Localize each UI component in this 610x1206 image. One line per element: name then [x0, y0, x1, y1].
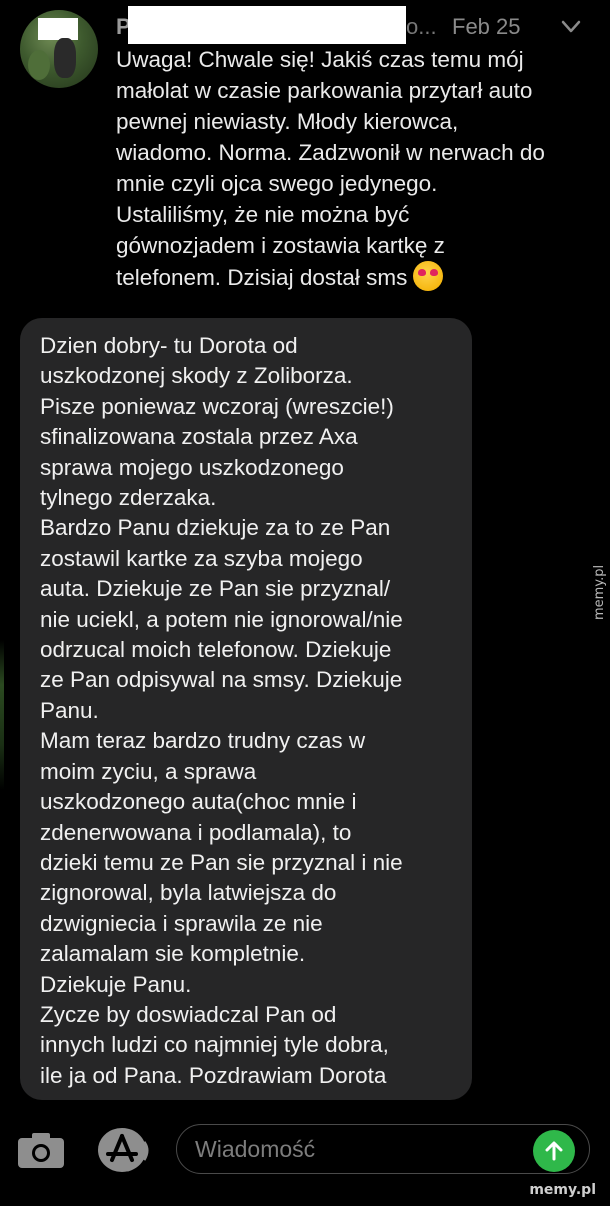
avatar-figure [54, 38, 76, 78]
send-button[interactable] [533, 1130, 575, 1172]
post-body: Uwaga! Chwale się! Jakiś czas temu mój m… [116, 44, 596, 293]
post-date: Feb 25 [452, 14, 521, 39]
edge-image-strip [0, 640, 4, 790]
sender-name-trail: o... [406, 14, 437, 39]
sender-name-redaction [128, 6, 406, 44]
sms-text: Dzien dobry- tu Dorota od uszkodzonej sk… [40, 333, 403, 1088]
sender-avatar[interactable] [20, 10, 98, 88]
chevron-down-icon[interactable] [556, 14, 586, 40]
side-watermark: memy.pl [592, 564, 607, 620]
bottom-watermark: memy.pl [529, 1182, 596, 1198]
app-store-icon[interactable] [96, 1126, 152, 1174]
message-composer [0, 1112, 610, 1192]
avatar-redaction [38, 18, 78, 40]
heart-eyes-emoji-icon [413, 261, 444, 291]
message-input[interactable] [176, 1124, 590, 1174]
camera-icon[interactable] [16, 1130, 66, 1170]
avatar-foliage [28, 50, 50, 80]
arrow-up-icon [545, 1141, 563, 1161]
post-text: Uwaga! Chwale się! Jakiś czas temu mój m… [116, 47, 545, 290]
post-header: P o... Feb 25 [116, 6, 610, 44]
